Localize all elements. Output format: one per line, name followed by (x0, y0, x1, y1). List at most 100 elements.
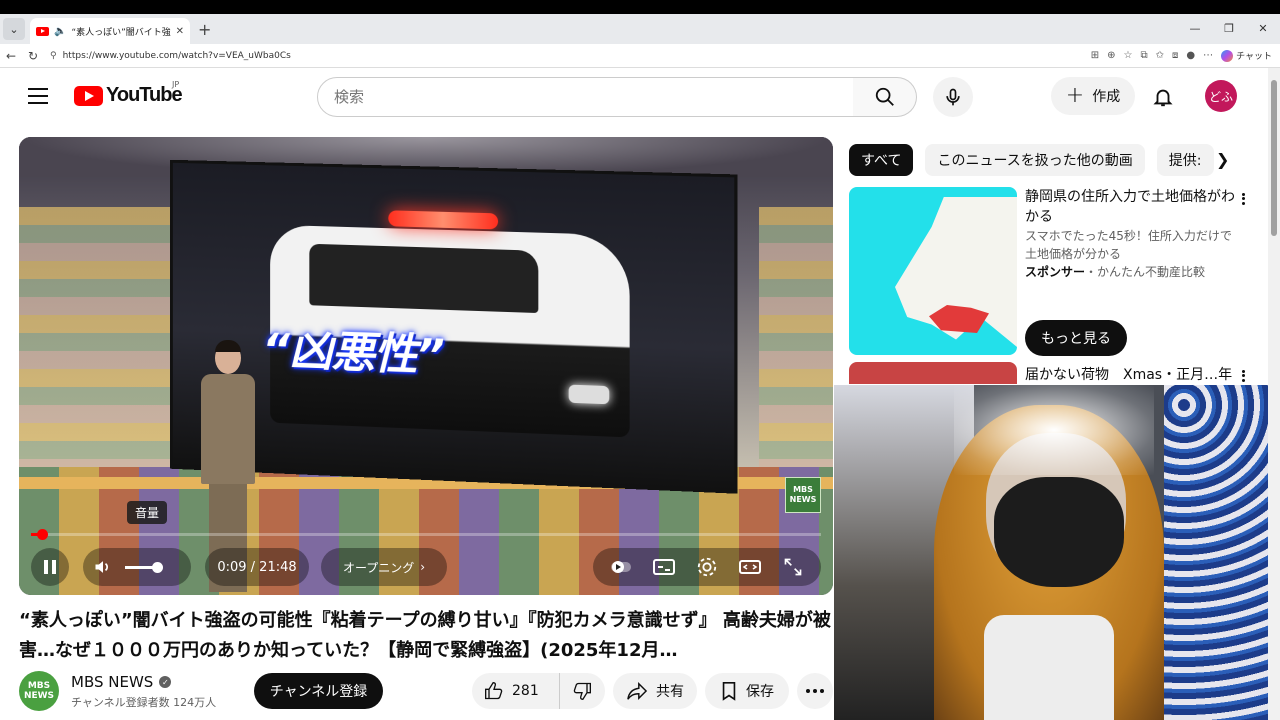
scrubber-handle[interactable] (36, 529, 48, 540)
microphone-icon (946, 88, 960, 106)
favorite-star-icon[interactable]: ☆ (1123, 50, 1132, 61)
dislike-button[interactable] (560, 673, 604, 709)
tab-close-icon[interactable]: ✕ (176, 26, 184, 37)
next-video-thumbnail[interactable] (849, 362, 1017, 384)
channel-name-text: MBS NEWS (71, 673, 154, 691)
ad-thumbnail[interactable] (849, 187, 1017, 355)
browser-menu-icon[interactable]: ⋯ (1203, 50, 1213, 61)
ad-more-options-icon[interactable] (1233, 189, 1253, 209)
car-window (309, 243, 539, 314)
save-button[interactable]: 保存 (705, 673, 789, 709)
search-input[interactable] (334, 88, 853, 106)
ad-sponsor: スポンサー・かんたん不動産比較 (1025, 263, 1205, 280)
extensions-icon[interactable]: ⧉ (1140, 50, 1147, 61)
progress-bar[interactable] (31, 529, 821, 540)
reload-icon[interactable]: ↻ (22, 49, 44, 63)
channel-avatar[interactable]: MBS NEWS (19, 671, 59, 711)
url-field[interactable]: ⚲ https://www.youtube.com/watch?v=VEA_uW… (50, 46, 1091, 66)
subscriber-count: チャンネル登録者数 124万人 (71, 696, 217, 709)
pause-button[interactable] (31, 548, 69, 586)
car-headlight (568, 384, 610, 405)
copilot-chat-button[interactable]: チャット (1221, 49, 1272, 62)
webcam-person-mask (994, 477, 1124, 587)
subtitles-icon[interactable] (652, 556, 675, 578)
ad-title[interactable]: 静岡県の住所入力で土地価格がわかる (1025, 187, 1235, 227)
watermark-line1: MBS (793, 485, 813, 494)
channel-name[interactable]: MBS NEWS ✓ (71, 673, 172, 691)
plus-icon: + (1065, 83, 1085, 108)
like-button[interactable]: 281 (472, 673, 560, 709)
voice-search-button[interactable] (933, 77, 973, 117)
volume-icon[interactable] (93, 557, 113, 577)
new-tab-icon[interactable]: + (198, 20, 211, 39)
chat-label: チャット (1236, 52, 1272, 62)
chip-related-news[interactable]: このニュースを扱った他の動画 (925, 144, 1145, 176)
scrollbar-thumb[interactable] (1271, 80, 1277, 236)
settings-gear-icon[interactable] (696, 556, 718, 578)
anchor-hair (215, 340, 241, 352)
channel-avatar-line2: NEWS (23, 691, 55, 701)
notifications-bell-icon[interactable] (1150, 84, 1176, 110)
site-info-icon[interactable]: ⚲ (50, 51, 57, 61)
page-scrollbar[interactable] (1268, 68, 1280, 720)
favorites-icon[interactable]: ✩ (1156, 50, 1164, 61)
account-avatar[interactable]: どふ (1205, 80, 1237, 112)
player-right-controls (593, 548, 821, 586)
app-available-icon[interactable]: ⊞ (1091, 50, 1099, 61)
volume-knob[interactable] (152, 561, 163, 573)
autoplay-toggle-icon[interactable] (610, 556, 632, 578)
create-button[interactable]: + 作成 (1051, 77, 1135, 115)
close-window-icon[interactable]: ✕ (1246, 14, 1280, 44)
chip-provided[interactable]: 提供: (1156, 144, 1214, 176)
video-title: “素人っぽい”闇バイト強盗の可能性『粘着テープの縛り甘い』『防犯カメラ意識せず』… (19, 610, 831, 661)
speaker-icon[interactable]: 🔈 (54, 26, 66, 37)
learn-more-button[interactable]: もっと見る (1025, 320, 1127, 356)
verified-check-icon: ✓ (159, 676, 172, 688)
save-label: 保存 (746, 684, 774, 700)
volume-control[interactable] (83, 548, 191, 586)
minimize-icon[interactable]: — (1178, 14, 1212, 44)
logo-text: YouTube (106, 84, 183, 106)
fullscreen-icon[interactable] (782, 556, 804, 578)
subscribe-button[interactable]: チャンネル登録 (254, 673, 383, 709)
restore-icon[interactable]: ❐ (1212, 14, 1246, 44)
thumbs-up-icon (485, 681, 503, 700)
chips-next-arrow-icon[interactable]: ❯ (1216, 150, 1229, 169)
next-video-title[interactable]: 届かない荷物 Xmas・正月…年 (1025, 364, 1232, 384)
share-arrow-icon (627, 681, 648, 701)
webcam-light-glare (954, 385, 1154, 475)
chip-all[interactable]: すべて (849, 144, 914, 176)
video-player[interactable]: “凶悪性” MBS NEWS 音量 0:09 / 21:48 オープニング › (19, 137, 833, 595)
chapter-button[interactable]: オープニング › (321, 548, 447, 586)
theater-mode-icon[interactable] (739, 556, 762, 578)
more-actions-icon[interactable] (797, 673, 833, 709)
next-video-options-icon[interactable] (1233, 366, 1253, 386)
zoom-icon[interactable]: ⊕ (1107, 50, 1115, 61)
sponsor-name: ・かんたん不動産比較 (1085, 265, 1206, 279)
youtube-page: YouTube JP + 作成 どふ (0, 68, 1280, 720)
tab-title: “素人っぽい”闇バイト強盗の可能 (71, 27, 171, 38)
window-controls: — ❐ ✕ (1178, 14, 1280, 44)
search-box[interactable] (317, 77, 854, 117)
profile-icon[interactable]: ● (1186, 50, 1195, 61)
back-icon[interactable]: ← (0, 49, 22, 63)
volume-slider[interactable] (125, 561, 163, 573)
collections-icon[interactable]: ⧈ (1172, 50, 1178, 61)
search-button[interactable] (853, 77, 917, 117)
sponsored-ad-card[interactable]: 静岡県の住所入力で土地価格がわかる スマホでたった45秒！住所入力だけで土地価格… (849, 187, 1259, 357)
chevron-right-icon: › (420, 560, 426, 574)
browser-tab[interactable]: 🔈 “素人っぽい”闇バイト強盗の可能 ✕ (30, 18, 190, 44)
share-button[interactable]: 共有 (613, 673, 697, 709)
browser-tab-strip: ⌄ 🔈 “素人っぽい”闇バイト強盗の可能 ✕ + — ❐ ✕ (0, 14, 1280, 44)
youtube-favicon-icon (36, 26, 49, 36)
address-bar: ← ↻ ⚲ https://www.youtube.com/watch?v=VE… (0, 44, 1280, 68)
bookmark-icon (722, 682, 736, 701)
search-icon (875, 87, 894, 106)
tab-search-dropdown[interactable]: ⌄ (3, 18, 25, 40)
guide-menu-icon[interactable] (28, 88, 48, 104)
mbs-news-watermark: MBS NEWS (785, 477, 821, 513)
like-dislike-group: 281 (472, 673, 605, 709)
youtube-logo[interactable]: YouTube (74, 84, 183, 107)
anchor-body (201, 374, 255, 484)
create-label: 作成 (1092, 89, 1121, 105)
